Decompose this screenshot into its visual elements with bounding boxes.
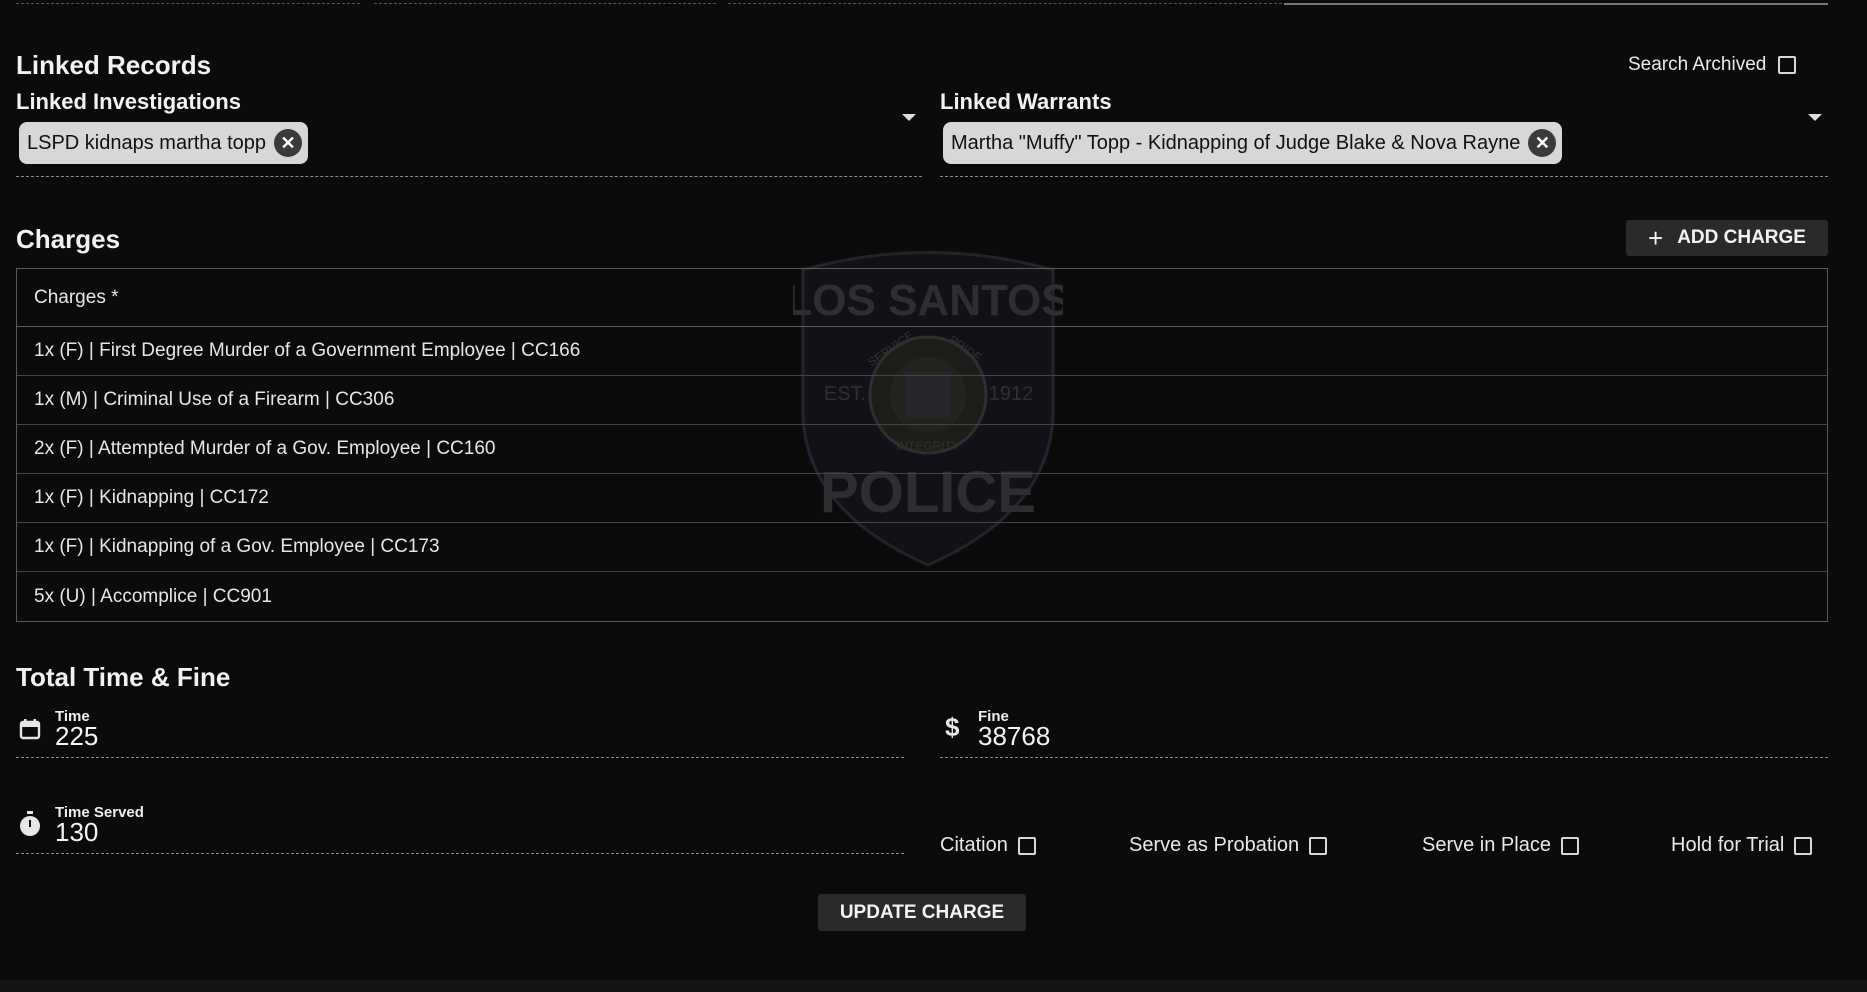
serve-in-place-checkbox[interactable]: [1560, 836, 1579, 855]
investigation-chip-label: LSPD kidnaps martha topp: [27, 131, 267, 154]
linked-investigations-label: Linked Investigations: [16, 89, 241, 114]
plus-icon: +: [1648, 223, 1664, 253]
serve-in-place-option[interactable]: Serve in Place: [1422, 834, 1579, 857]
fine-field[interactable]: [940, 700, 1828, 758]
warrant-chip-label: Martha "Muffy" Topp - Kidnapping of Judg…: [951, 131, 1521, 154]
hold-for-trial-checkbox[interactable]: [1794, 836, 1813, 855]
warrant-chip: Martha "Muffy" Topp - Kidnapping of Judg…: [943, 122, 1563, 164]
search-archived-toggle[interactable]: Search Archived: [1628, 54, 1797, 76]
top-field-underline-4: [1284, 0, 1828, 5]
total-time-fine-title: Total Time & Fine: [16, 662, 231, 692]
citation-label: Citation: [940, 834, 1008, 856]
charge-row[interactable]: 1x (F) | Kidnapping | CC172: [17, 474, 1827, 523]
time-field[interactable]: [16, 700, 904, 758]
add-charge-label: ADD CHARGE: [1677, 227, 1806, 248]
charge-row[interactable]: 1x (F) | Kidnapping of a Gov. Employee |…: [17, 523, 1827, 572]
citation-option[interactable]: Citation: [940, 834, 1036, 857]
top-field-underline-2: [374, 0, 716, 4]
update-charge-button[interactable]: UPDATE CHARGE: [818, 894, 1026, 931]
top-field-underline-1: [16, 0, 360, 4]
serve-as-probation-checkbox[interactable]: [1309, 836, 1328, 855]
charge-row[interactable]: 1x (M) | Criminal Use of a Firearm | CC3…: [17, 376, 1827, 425]
charges-title: Charges: [16, 224, 121, 254]
citation-checkbox[interactable]: [1017, 836, 1036, 855]
charge-row[interactable]: 1x (F) | First Degree Murder of a Govern…: [17, 327, 1827, 376]
charge-row[interactable]: 2x (F) | Attempted Murder of a Gov. Empl…: [17, 425, 1827, 474]
charges-table: Charges * 1x (F) | First Degree Murder o…: [16, 268, 1828, 622]
hold-for-trial-option[interactable]: Hold for Trial: [1671, 834, 1813, 857]
chevron-down-icon[interactable]: [902, 114, 916, 121]
search-archived-checkbox[interactable]: [1778, 56, 1797, 74]
time-served-field[interactable]: [16, 796, 904, 854]
linked-warrants-label: Linked Warrants: [940, 89, 1112, 114]
close-icon[interactable]: ✕: [1528, 129, 1557, 157]
serve-in-place-label: Serve in Place: [1422, 834, 1551, 856]
serve-as-probation-option[interactable]: Serve as Probation: [1129, 834, 1328, 857]
hold-for-trial-label: Hold for Trial: [1671, 834, 1785, 856]
search-archived-label: Search Archived: [1628, 54, 1767, 75]
charges-table-header: Charges *: [17, 269, 1827, 327]
serve-as-probation-label: Serve as Probation: [1129, 834, 1300, 856]
top-field-underline-3: [728, 0, 1282, 4]
add-charge-button[interactable]: + ADD CHARGE: [1626, 220, 1828, 256]
charge-row[interactable]: 5x (U) | Accomplice | CC901: [17, 572, 1827, 621]
bottom-strip: [0, 980, 1867, 992]
close-icon[interactable]: ✕: [274, 129, 303, 157]
investigation-chip: LSPD kidnaps martha topp ✕: [19, 122, 309, 164]
linked-records-title: Linked Records: [16, 50, 212, 80]
chevron-down-icon[interactable]: [1808, 114, 1822, 121]
